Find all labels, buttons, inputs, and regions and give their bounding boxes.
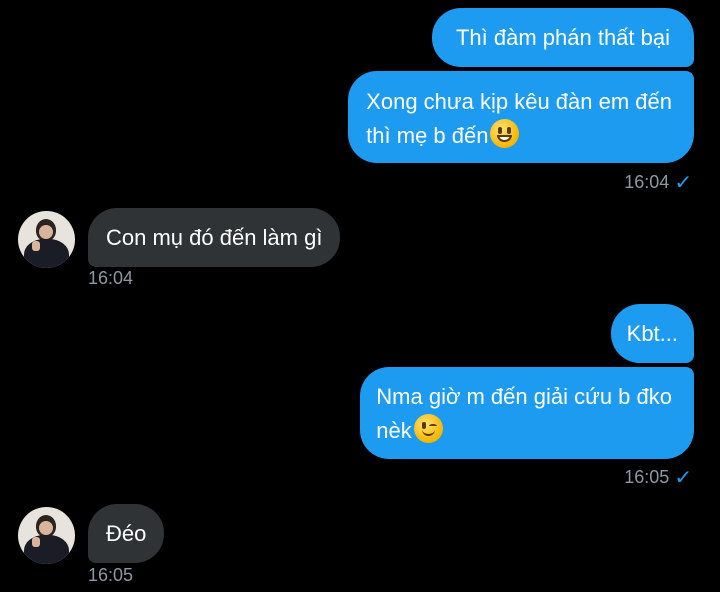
check-icon: ✓ <box>674 467 693 489</box>
message-text-line: Xong chưa kịp kêu đàn em đến <box>366 89 672 114</box>
avatar-hand <box>32 241 40 251</box>
message-text: Kbt... <box>626 321 678 346</box>
message-timestamp: 16:04 ✓ <box>624 172 693 194</box>
message-bubble-incoming[interactable]: Đéo <box>88 504 165 563</box>
avatar-face <box>39 521 53 535</box>
message-timestamp: 16:05 ✓ <box>624 467 693 489</box>
message-text: Đéo <box>106 521 147 546</box>
message-text-line: nèk <box>376 418 412 443</box>
message-timestamp: 16:05 <box>88 565 134 585</box>
message-text: Thì đàm phán thất bại <box>455 25 670 50</box>
message-bubble-outgoing[interactable]: Thì đàm phán thất bại <box>431 8 694 67</box>
avatar-face <box>39 225 53 239</box>
message-timestamp: 16:04 <box>88 268 134 288</box>
message-bubble-incoming[interactable]: Con mụ đó đến làm gì <box>88 208 341 267</box>
avatar[interactable] <box>18 211 75 268</box>
message-text-line: thì mẹ b đến <box>366 123 489 148</box>
avatar[interactable] <box>18 507 75 564</box>
check-icon: ✓ <box>674 172 693 194</box>
avatar-body <box>24 239 69 268</box>
message-text: Con mụ đó đến làm gì <box>106 225 323 250</box>
grinning-face-emoji-icon <box>490 119 520 148</box>
message-text-line: Nma giờ m đến giải cứu b đko <box>376 384 672 409</box>
avatar-hand <box>32 537 40 547</box>
message-bubble-outgoing[interactable]: Nma giờ m đến giải cứu b đko nèk <box>360 367 694 459</box>
winking-face-emoji-icon <box>413 414 443 443</box>
message-bubble-outgoing[interactable]: Kbt... <box>610 304 694 363</box>
message-bubble-outgoing[interactable]: Xong chưa kịp kêu đàn em đến thì mẹ b đế… <box>348 71 694 163</box>
avatar-body <box>24 535 69 564</box>
